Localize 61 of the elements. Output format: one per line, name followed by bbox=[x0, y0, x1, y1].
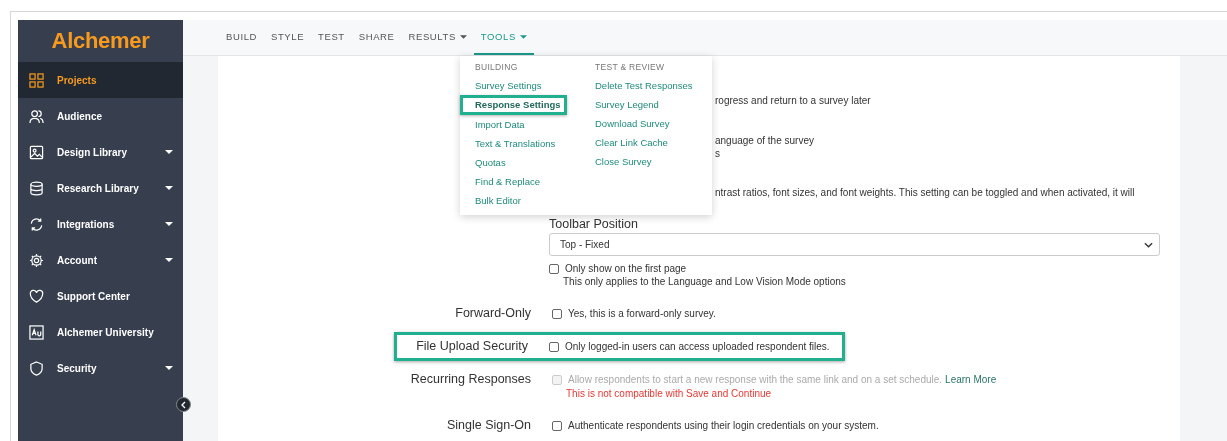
menu-item[interactable]: Find & Replace bbox=[475, 172, 595, 191]
setting-label: Single Sign-On bbox=[445, 419, 531, 432]
nav-tab[interactable]: SHARE bbox=[351, 20, 402, 55]
sidebar-item[interactable]: Security bbox=[18, 350, 183, 386]
menu-item[interactable]: Survey Legend bbox=[595, 95, 693, 114]
heart-icon bbox=[29, 288, 44, 304]
setting-label: Forward-Only bbox=[454, 307, 531, 320]
sidebar-item[interactable]: Research Library bbox=[18, 170, 183, 206]
sidebar-item[interactable]: Projects bbox=[18, 62, 183, 98]
sidebar-item[interactable]: Audience bbox=[18, 98, 183, 134]
setting-description: ntrast ratios, font sizes, and font weights. This setting can be toggled and when activated, it will bbox=[715, 186, 1136, 199]
sidebar-item[interactable]: Alchemer University bbox=[18, 314, 183, 350]
warning-text: This is not compatible with Save and Continue bbox=[565, 388, 773, 399]
menu-heading: TEST & REVIEW bbox=[595, 62, 666, 72]
setting-description: s bbox=[715, 147, 721, 160]
menu-item[interactable]: Text & Translations bbox=[475, 134, 595, 153]
nav-tab[interactable]: TEST bbox=[311, 20, 352, 55]
au-logo-icon bbox=[29, 324, 44, 340]
checkbox[interactable] bbox=[552, 308, 562, 319]
checkbox[interactable] bbox=[552, 420, 562, 431]
option-label: Only show on the first page bbox=[565, 263, 687, 274]
checkbox[interactable] bbox=[549, 341, 559, 352]
menu-item[interactable]: Clear Link Cache bbox=[595, 133, 693, 152]
chevron-down-icon bbox=[1144, 241, 1153, 248]
nav-tab[interactable]: RESULTS bbox=[401, 20, 474, 55]
option-label: Only logged-in users can access uploaded respondent files. bbox=[565, 341, 830, 352]
menu-item[interactable]: Download Survey bbox=[595, 114, 693, 133]
settings-icon bbox=[29, 252, 44, 268]
image-icon bbox=[29, 144, 44, 160]
sidebar-item[interactable]: Integrations bbox=[18, 206, 183, 242]
select-field[interactable]: Top - Fixed bbox=[549, 233, 1160, 256]
option-hint: This only applies to the Language and Low Vision Mode options bbox=[562, 276, 847, 287]
setting-description: anguage of the survey bbox=[715, 134, 815, 147]
sync-icon bbox=[29, 216, 44, 232]
sidebar-item[interactable]: Support Center bbox=[18, 278, 183, 314]
option-label: Yes, this is a forward-only survey. bbox=[568, 308, 716, 319]
nav-tab[interactable]: STYLE bbox=[264, 20, 312, 55]
menu-item[interactable]: Delete Test Responses bbox=[595, 76, 693, 95]
grid-icon bbox=[29, 72, 44, 88]
people-icon bbox=[29, 108, 44, 124]
database-icon bbox=[29, 180, 44, 196]
menu-item[interactable]: Bulk Editor bbox=[475, 191, 595, 210]
nav-tab[interactable]: BUILD bbox=[219, 20, 264, 55]
shield-icon bbox=[29, 360, 44, 376]
sidebar-item[interactable]: Account bbox=[18, 242, 183, 278]
sidebar-item[interactable]: Design Library bbox=[18, 134, 183, 170]
logo: Alchemer bbox=[50, 27, 151, 55]
menu-item[interactable]: Quotas bbox=[475, 153, 595, 172]
option-label: Authenticate respondents using their login credentials on your system. bbox=[568, 420, 879, 431]
menu-item[interactable]: Import Data bbox=[475, 115, 595, 134]
option-label: Allow respondents to start a new response with the same link and on a set schedule. bbox=[568, 374, 943, 385]
menu-item[interactable]: Response Settings bbox=[460, 95, 567, 115]
setting-label: Recurring Responses bbox=[409, 373, 531, 386]
field-label: Toolbar Position bbox=[549, 217, 639, 231]
checkbox[interactable] bbox=[549, 263, 559, 274]
menu-item[interactable]: Close Survey bbox=[595, 152, 693, 171]
setting-label: File Upload Security bbox=[415, 340, 528, 353]
setting-description: rogress and return to a survey later bbox=[715, 94, 872, 107]
menu-item[interactable]: Survey Settings bbox=[475, 76, 595, 95]
chevron-left-icon bbox=[179, 400, 188, 409]
menu-heading: BUILDING bbox=[475, 62, 519, 72]
